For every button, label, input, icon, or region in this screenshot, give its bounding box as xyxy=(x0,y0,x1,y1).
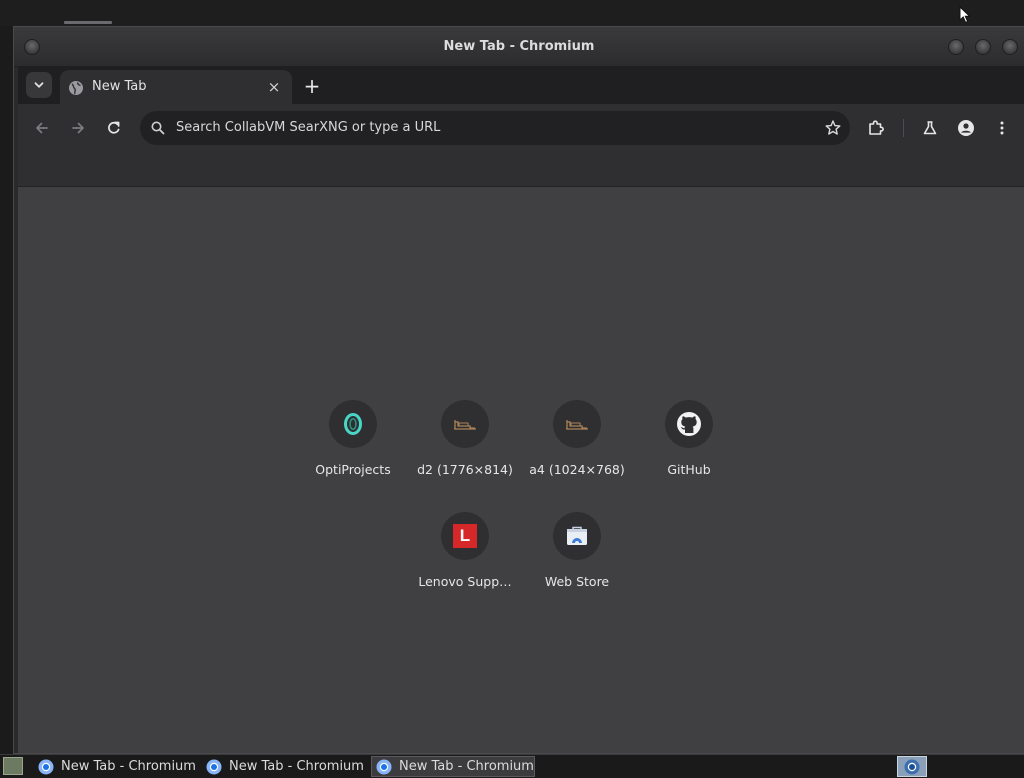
minimize-button[interactable] xyxy=(948,39,964,55)
new-tab-button[interactable]: + xyxy=(300,74,324,98)
shortcut-icon-container: L xyxy=(441,512,489,560)
kebab-menu-icon xyxy=(1000,121,1004,135)
search-icon xyxy=(151,121,165,135)
extensions-button[interactable] xyxy=(864,116,888,140)
arrow-left-icon xyxy=(36,122,48,134)
shortcut-tile-lenovo[interactable]: L Lenovo Supp… xyxy=(409,502,521,602)
lenovo-icon: L xyxy=(453,524,477,548)
browser-window: New Tab - Chromium New Tab × + Search Co… xyxy=(13,26,1024,754)
shortcut-icon-container xyxy=(329,400,377,448)
close-tab-button[interactable]: × xyxy=(264,77,284,97)
shortcut-tile-d2[interactable]: d2 (1776×814) xyxy=(409,390,521,490)
bookmark-star-button[interactable] xyxy=(824,119,842,141)
menu-button[interactable] xyxy=(990,116,1014,140)
reload-icon xyxy=(108,121,120,134)
tab-strip: New Tab × + xyxy=(18,66,1024,104)
chromium-icon xyxy=(206,759,222,774)
tab-search-button[interactable] xyxy=(26,72,52,98)
forward-button[interactable] xyxy=(66,116,90,140)
title-bar[interactable]: New Tab - Chromium xyxy=(14,27,1024,67)
star-icon xyxy=(825,120,841,135)
close-icon: × xyxy=(267,78,281,96)
chromium-icon xyxy=(904,759,920,774)
shortcut-label: a4 (1024×768) xyxy=(529,462,625,477)
navigation-toolbar: Search CollabVM SearXNG or type a URL xyxy=(18,104,1024,152)
lenovo-icon-letter: L xyxy=(459,526,471,545)
shortcut-tile-optiprojects[interactable]: OptiProjects xyxy=(297,390,409,490)
reload-button[interactable] xyxy=(102,116,126,140)
image-thumb-icon xyxy=(566,420,588,430)
taskbar-window-label: New Tab - Chromium xyxy=(399,759,534,774)
shortcut-icon-container xyxy=(441,400,489,448)
bookmarks-bar xyxy=(18,152,1024,187)
back-button[interactable] xyxy=(30,116,54,140)
address-bar[interactable]: Search CollabVM SearXNG or type a URL xyxy=(140,111,850,145)
taskbar-window-label: New Tab - Chromium xyxy=(229,759,364,774)
toolbar-separator xyxy=(903,119,904,137)
shortcut-icon-container xyxy=(553,512,601,560)
person-icon xyxy=(958,120,974,136)
desktop-top-bar xyxy=(0,0,1024,26)
shortcut-label: OptiProjects xyxy=(315,462,391,477)
maximize-button[interactable] xyxy=(975,39,991,55)
window-title: New Tab - Chromium xyxy=(443,39,595,54)
web-store-icon xyxy=(567,526,587,545)
flask-icon xyxy=(923,121,937,135)
shortcut-label: GitHub xyxy=(667,462,711,477)
mouse-cursor-icon xyxy=(959,6,971,24)
globe-icon xyxy=(69,81,83,95)
labs-button[interactable] xyxy=(918,116,942,140)
image-thumb-icon xyxy=(454,420,476,430)
puzzle-icon xyxy=(869,120,884,135)
plus-icon: + xyxy=(303,74,321,98)
shortcut-label: d2 (1776×814) xyxy=(417,462,513,477)
chromium-icon xyxy=(376,759,392,774)
tab-new-tab[interactable]: New Tab × xyxy=(60,70,292,104)
shortcut-tile-github[interactable]: GitHub xyxy=(633,390,745,490)
taskbar-window-button[interactable]: New Tab - Chromium xyxy=(202,756,366,777)
profile-button[interactable] xyxy=(954,116,978,140)
shortcut-icon-container xyxy=(553,400,601,448)
taskbar: New Tab - Chromium New Tab - Chromium Ne… xyxy=(0,754,1024,778)
chevron-down-icon xyxy=(34,82,44,88)
shortcut-label: Web Store xyxy=(544,574,610,589)
taskbar-window-label: New Tab - Chromium xyxy=(61,759,196,774)
taskbar-window-button[interactable]: New Tab - Chromium xyxy=(34,756,198,777)
shortcut-icon-container xyxy=(665,400,713,448)
taskbar-window-button-active[interactable]: New Tab - Chromium xyxy=(371,756,535,777)
address-bar-placeholder: Search CollabVM SearXNG or type a URL xyxy=(176,120,441,135)
system-tray-chromium[interactable] xyxy=(897,756,927,777)
close-window-button[interactable] xyxy=(1002,39,1018,55)
shortcut-tile-a4[interactable]: a4 (1024×768) xyxy=(521,390,633,490)
start-menu-button[interactable] xyxy=(3,757,23,775)
shortcut-tile-web-store[interactable]: Web Store xyxy=(521,502,633,602)
shortcut-label: Lenovo Supp… xyxy=(418,574,512,589)
chromium-icon xyxy=(38,759,54,774)
arrow-right-icon xyxy=(72,122,84,134)
github-icon xyxy=(677,412,701,436)
desktop-panel-indicator xyxy=(64,21,112,24)
tab-label: New Tab xyxy=(92,79,147,94)
optiprojects-icon xyxy=(344,413,362,435)
new-tab-page: OptiProjects d2 (1776×814) a4 (1024×768) xyxy=(18,187,1024,753)
